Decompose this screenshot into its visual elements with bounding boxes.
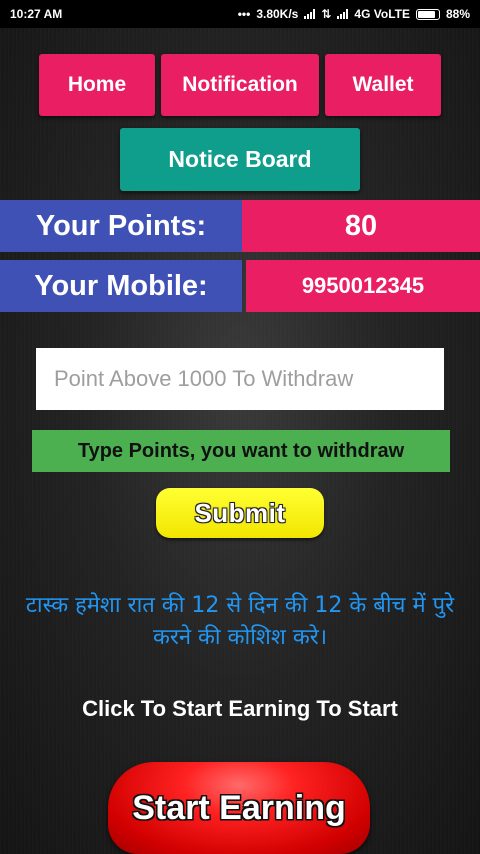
signal-icon bbox=[304, 9, 316, 19]
battery-level: 88% bbox=[445, 7, 470, 21]
signal-2-icon bbox=[337, 9, 349, 19]
status-icons: ••• 3.80K/s ⇅ 4G VoLTE 88% bbox=[238, 7, 470, 21]
home-button[interactable]: Home bbox=[39, 54, 155, 116]
notice-board-button[interactable]: Notice Board bbox=[120, 128, 360, 191]
status-bar: 10:27 AM ••• 3.80K/s ⇅ 4G VoLTE 88% bbox=[0, 0, 480, 28]
start-earning-prompt: Click To Start Earning To Start bbox=[82, 696, 398, 721]
wallet-button[interactable]: Wallet bbox=[325, 54, 441, 116]
points-value: 80 bbox=[242, 200, 480, 252]
task-notice-text: टास्क हमेशा रात की 12 से दिन की 12 के बी… bbox=[25, 593, 455, 650]
withdraw-points-input[interactable] bbox=[36, 348, 444, 410]
withdraw-hint: Type Points, you want to withdraw bbox=[32, 430, 450, 472]
data-transfer-icon: ⇅ bbox=[321, 7, 332, 21]
more-dots-icon: ••• bbox=[237, 7, 251, 21]
mobile-label: Your Mobile: bbox=[0, 260, 242, 312]
submit-button[interactable]: Submit bbox=[156, 488, 324, 538]
status-time: 10:27 AM bbox=[10, 7, 63, 21]
points-label: Your Points: bbox=[0, 200, 242, 252]
mobile-value: 9950012345 bbox=[246, 260, 480, 312]
battery-icon bbox=[415, 8, 440, 20]
network-type: 4G VoLTE bbox=[354, 7, 410, 21]
start-earning-button[interactable]: Start Earning bbox=[108, 762, 370, 854]
network-speed: 3.80K/s bbox=[256, 7, 299, 21]
notification-button[interactable]: Notification bbox=[161, 54, 319, 116]
